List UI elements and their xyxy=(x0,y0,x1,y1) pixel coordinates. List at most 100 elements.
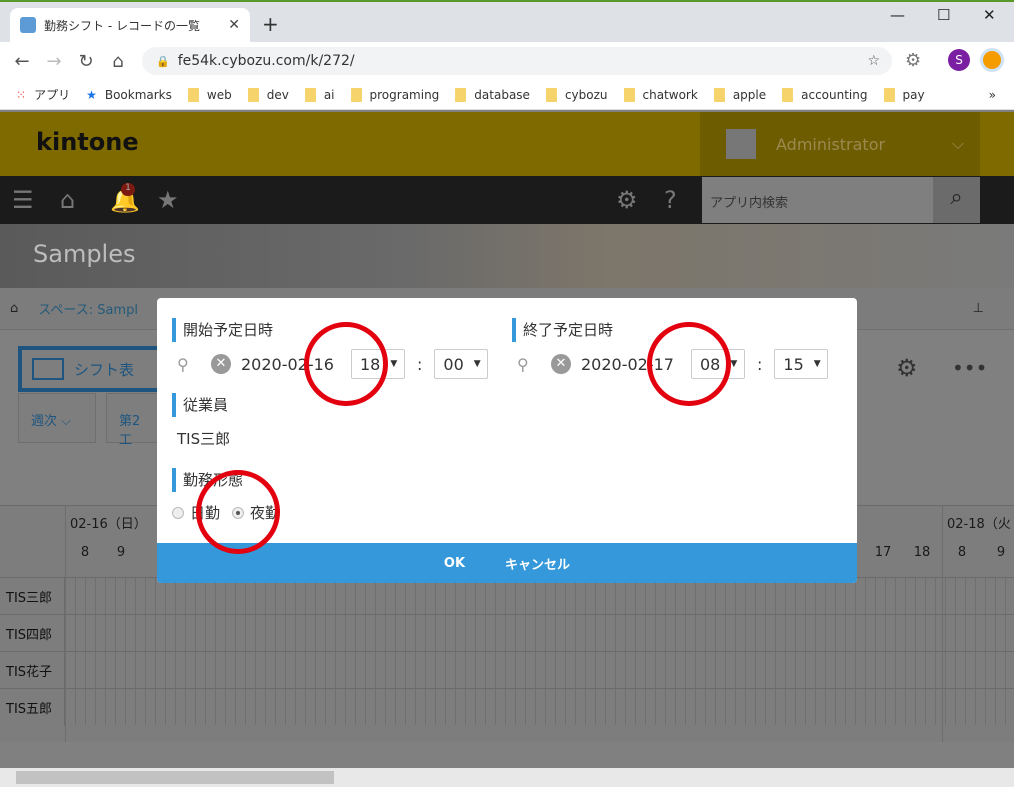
bookmark-folder[interactable]: dev xyxy=(247,87,289,102)
employee-label: 従業員 xyxy=(172,393,228,417)
view-settings-gear-icon[interactable]: ⚙ xyxy=(896,354,918,382)
bookmark-label: ai xyxy=(323,87,335,102)
bookmark-folder[interactable]: pay xyxy=(883,87,925,102)
bookmark-folder[interactable]: web xyxy=(187,87,232,102)
start-datetime: ⚲ ✕ 2020-02-16 18 ▼ : 00 ▼ xyxy=(177,349,489,379)
reload-icon[interactable]: ↻ xyxy=(70,51,102,72)
employee-name: TIS三郎 xyxy=(0,578,65,615)
bookmark-folder[interactable]: programing xyxy=(350,87,440,102)
radio-label: 夜勤 xyxy=(250,504,281,522)
bookmark-bookmarks[interactable]: ★ Bookmarks xyxy=(86,88,172,102)
close-tab-icon[interactable]: ✕ xyxy=(228,17,240,33)
search-button[interactable]: ⌕ xyxy=(933,177,980,223)
radio-day-shift[interactable]: 日勤 xyxy=(172,502,220,523)
address-bar-row: ← → ↻ ⌂ 🔒 fe54k.cybozu.com/k/272/ ☆ ⚙ S xyxy=(0,42,1014,80)
bookmark-folder[interactable]: chatwork xyxy=(623,87,698,102)
table-row[interactable]: TIS四郎 xyxy=(0,614,1014,652)
close-window-button[interactable]: ✕ xyxy=(983,6,996,24)
lock-icon: 🔒 xyxy=(156,54,170,68)
maximize-button[interactable]: ☐ xyxy=(937,6,950,24)
browser-tab[interactable]: 勤務シフト - レコードの一覧 ✕ xyxy=(10,8,250,42)
end-minute-select[interactable]: 15 ▼ xyxy=(774,349,829,379)
bookmark-label: accounting xyxy=(801,87,868,102)
profile-avatar[interactable]: S xyxy=(948,49,970,71)
extension-gear-icon[interactable]: ⚙ xyxy=(905,50,921,71)
menu-icon[interactable]: ☰ xyxy=(12,186,34,214)
folder-icon xyxy=(623,87,635,102)
hour-header: 9 xyxy=(996,545,1006,560)
ok-button[interactable]: OK xyxy=(444,556,465,571)
update-icon[interactable] xyxy=(980,48,1004,72)
forward-icon[interactable]: → xyxy=(38,51,70,72)
bookmark-star-icon[interactable]: ☆ xyxy=(867,53,880,69)
folder-icon xyxy=(455,87,467,102)
bookmark-folder[interactable]: ai xyxy=(304,87,335,102)
table-row[interactable]: TIS五郎 xyxy=(0,688,1014,726)
end-hour-select[interactable]: 08 ▼ xyxy=(691,349,745,379)
chevron-down-icon: ⌵ xyxy=(951,134,964,153)
home-icon[interactable]: ⌂ xyxy=(102,51,134,72)
period-filter[interactable]: 週次 ⌵ xyxy=(18,393,96,443)
bookmark-apps[interactable]: ⁙ アプリ xyxy=(16,86,70,103)
pin-icon[interactable]: ⊥ xyxy=(973,301,984,316)
kintone-logo[interactable]: kintone xyxy=(36,128,139,156)
group-label: 第2工 xyxy=(119,414,141,448)
clear-icon[interactable]: ✕ xyxy=(551,354,571,374)
star-icon: ★ xyxy=(86,87,97,102)
start-minute: 00 xyxy=(443,354,464,374)
start-minute-select[interactable]: 00 ▼ xyxy=(434,349,489,379)
folder-icon xyxy=(713,87,725,102)
breadcrumb-space[interactable]: スペース: Sampl xyxy=(38,299,138,318)
day-header: 02-18（火 xyxy=(947,517,1011,532)
bookmark-folder[interactable]: apple xyxy=(713,87,766,102)
end-minute: 15 xyxy=(783,354,804,374)
search-icon[interactable]: ⚲ xyxy=(177,355,197,374)
dropdown-arrow-icon: ▼ xyxy=(730,359,738,369)
dropdown-arrow-icon: ▼ xyxy=(390,359,398,369)
hour-header: 18 xyxy=(913,545,931,560)
bookmark-folder[interactable]: database xyxy=(455,87,530,102)
space-banner xyxy=(0,224,1014,288)
minimize-button[interactable]: — xyxy=(890,6,905,24)
view-selector[interactable]: シフト表 xyxy=(18,346,168,392)
app-favicon-icon xyxy=(20,17,36,33)
start-hour-select[interactable]: 18 ▼ xyxy=(351,349,405,379)
search-icon[interactable]: ⚲ xyxy=(517,355,537,374)
end-hour: 08 xyxy=(700,354,721,374)
bookmark-label: web xyxy=(206,87,232,102)
radio-button[interactable] xyxy=(172,506,184,519)
cancel-button[interactable]: キャンセル xyxy=(505,554,570,573)
user-name: Administrator xyxy=(776,134,886,154)
help-icon[interactable]: ? xyxy=(664,186,677,214)
tab-title: 勤務シフト - レコードの一覧 xyxy=(44,18,200,33)
new-tab-button[interactable]: + xyxy=(262,12,279,36)
table-row[interactable]: TIS花子 xyxy=(0,651,1014,689)
app-search-input[interactable]: アプリ内検索 xyxy=(702,177,934,223)
start-date[interactable]: 2020-02-16 xyxy=(241,355,351,374)
scrollbar-thumb[interactable] xyxy=(16,771,334,784)
breadcrumb-home-icon[interactable]: ⌂ xyxy=(10,301,18,316)
more-options-icon[interactable]: ••• xyxy=(952,356,987,380)
end-date[interactable]: 2020-02-17 xyxy=(581,355,691,374)
bookmark-folder[interactable]: accounting xyxy=(782,87,868,102)
folder-icon xyxy=(350,87,362,102)
bookmark-label: programing xyxy=(369,87,440,102)
clear-icon[interactable]: ✕ xyxy=(211,354,231,374)
back-icon[interactable]: ← xyxy=(6,51,38,72)
employee-name: TIS五郎 xyxy=(0,689,65,726)
folder-icon xyxy=(782,87,794,102)
settings-gear-icon[interactable]: ⚙ xyxy=(616,186,638,214)
folder-icon xyxy=(187,87,199,102)
table-icon xyxy=(32,358,64,380)
hour-header: 9 xyxy=(116,545,126,560)
user-menu[interactable]: Administrator ⌵ xyxy=(700,112,980,176)
space-title: Samples xyxy=(33,240,136,268)
favorites-star-icon[interactable]: ★ xyxy=(157,186,179,214)
more-bookmarks-icon[interactable]: » xyxy=(989,88,996,102)
url-input[interactable]: 🔒 fe54k.cybozu.com/k/272/ ☆ xyxy=(142,47,892,75)
hour-header: 17 xyxy=(874,545,892,560)
radio-button-selected[interactable] xyxy=(232,506,244,519)
bookmark-folder[interactable]: cybozu xyxy=(545,87,608,102)
radio-night-shift[interactable]: 夜勤 xyxy=(232,502,280,523)
home-icon[interactable]: ⌂ xyxy=(60,186,75,214)
